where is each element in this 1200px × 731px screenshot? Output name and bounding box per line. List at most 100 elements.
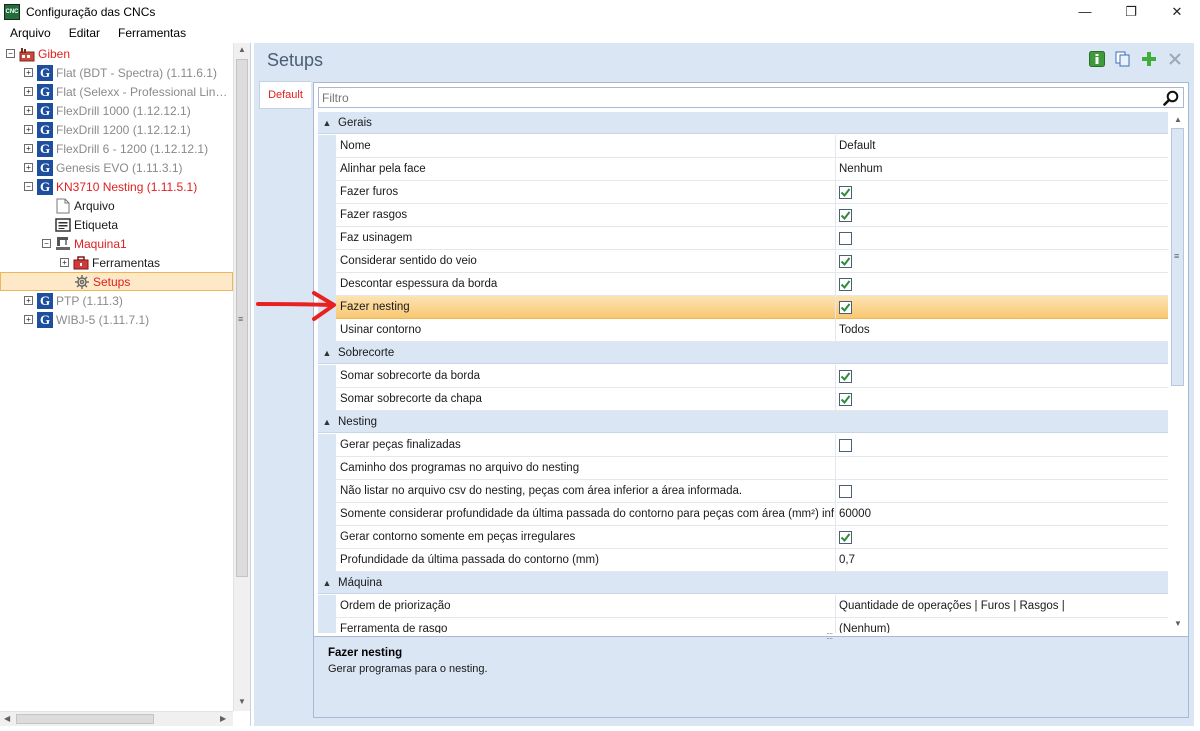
collapse-icon[interactable]: − — [24, 182, 33, 191]
tree-item[interactable]: + G FlexDrill 6 - 1200 (1.12.12.1) — [0, 139, 233, 158]
checkbox-checked[interactable] — [839, 530, 852, 544]
grid-scroll-down-arrow-icon[interactable]: ▼ — [1174, 619, 1182, 628]
category-row[interactable]: ▲ Sobrecorte — [318, 342, 1168, 364]
add-icon[interactable] — [1140, 50, 1158, 68]
category-row[interactable]: ▲ Nesting — [318, 411, 1168, 433]
checkbox-checked[interactable] — [839, 208, 852, 222]
tree-item[interactable]: + G Flat (BDT - Spectra) (1.11.6.1) — [0, 63, 233, 82]
tree-item[interactable]: + G FlexDrill 1000 (1.12.12.1) — [0, 101, 233, 120]
property-row[interactable]: Somar sobrecorte da chapa — [318, 388, 1168, 411]
tree-item[interactable]: + G FlexDrill 1200 (1.12.12.1) — [0, 120, 233, 139]
close-window-button[interactable]: ✕ — [1154, 0, 1200, 23]
property-row[interactable]: Ferramenta de rasgo (Nenhum) — [318, 618, 1168, 633]
expand-icon[interactable]: + — [60, 258, 69, 267]
expand-icon[interactable]: + — [24, 125, 33, 134]
property-value-cell[interactable] — [836, 250, 1168, 273]
tree-item[interactable]: + G Flat (Selexx - Professional Lin… — [0, 82, 233, 101]
property-value-cell[interactable] — [836, 526, 1168, 549]
collapse-caret-icon[interactable]: ▲ — [318, 348, 336, 358]
property-row[interactable]: Ordem de priorização Quantidade de operaç… — [318, 595, 1168, 618]
property-row[interactable]: Alinhar pela face Nenhum — [318, 158, 1168, 181]
delete-icon[interactable] — [1166, 50, 1184, 68]
property-row[interactable]: Considerar sentido do veio — [318, 250, 1168, 273]
property-value-cell[interactable] — [836, 434, 1168, 457]
copy-icon[interactable] — [1114, 50, 1132, 68]
maximize-button[interactable]: ❐ — [1108, 0, 1154, 23]
category-row[interactable]: ▲ Máquina — [318, 572, 1168, 594]
property-value-cell[interactable] — [836, 480, 1168, 503]
property-value[interactable] — [836, 457, 1168, 480]
tree-item[interactable]: + G Genesis EVO (1.11.3.1) — [0, 158, 233, 177]
scroll-up-arrow-icon[interactable]: ▲ — [238, 45, 246, 54]
property-row[interactable]: Fazer rasgos — [318, 204, 1168, 227]
property-row[interactable]: Fazer nesting — [318, 296, 1168, 319]
property-row[interactable]: Usinar contorno Todos — [318, 319, 1168, 342]
scroll-down-arrow-icon[interactable]: ▼ — [238, 697, 246, 706]
property-value[interactable]: Default — [836, 135, 1168, 158]
property-value-cell[interactable] — [836, 227, 1168, 250]
scroll-left-arrow-icon[interactable]: ◀ — [4, 714, 10, 723]
property-row[interactable]: Profundidade da última passada do contor… — [318, 549, 1168, 572]
property-row[interactable]: Nome Default — [318, 135, 1168, 158]
tree-item[interactable]: + Ferramentas — [0, 253, 233, 272]
property-value-cell[interactable] — [836, 273, 1168, 296]
splitter-grip-icon[interactable]: ⁚⁚⁚⁚ — [826, 632, 833, 641]
property-row[interactable]: Faz usinagem — [318, 227, 1168, 250]
tree-item[interactable]: + G PTP (1.11.3) — [0, 291, 233, 310]
property-value[interactable]: 0,7 — [836, 549, 1168, 572]
property-row[interactable]: Gerar peças finalizadas — [318, 434, 1168, 457]
property-row[interactable]: Gerar contorno somente em peças irregula… — [318, 526, 1168, 549]
expand-icon[interactable]: + — [24, 163, 33, 172]
tree-item[interactable]: Setups — [0, 272, 233, 291]
checkbox-unchecked[interactable] — [839, 484, 852, 498]
property-value[interactable]: (Nenhum) — [836, 618, 1168, 633]
expand-icon[interactable]: + — [24, 106, 33, 115]
expand-icon[interactable]: + — [24, 315, 33, 324]
checkbox-checked[interactable] — [839, 369, 852, 383]
checkbox-unchecked[interactable] — [839, 231, 852, 245]
collapse-caret-icon[interactable]: ▲ — [318, 417, 336, 427]
property-value[interactable]: Nenhum — [836, 158, 1168, 181]
checkbox-checked[interactable] — [839, 185, 852, 199]
minimize-button[interactable]: — — [1062, 0, 1108, 23]
checkbox-unchecked[interactable] — [839, 438, 852, 452]
checkbox-checked[interactable] — [839, 300, 852, 314]
scroll-right-arrow-icon[interactable]: ▶ — [220, 714, 226, 723]
property-row[interactable]: Somar sobrecorte da borda — [318, 365, 1168, 388]
expand-icon[interactable]: + — [24, 144, 33, 153]
checkbox-checked[interactable] — [839, 254, 852, 268]
checkbox-checked[interactable] — [839, 277, 852, 291]
menu-editar[interactable]: Editar — [59, 26, 108, 40]
tree-hscroll-thumb[interactable] — [16, 714, 154, 724]
tree-item[interactable]: Arquivo — [0, 196, 233, 215]
grid-vertical-scrollbar[interactable]: ▲ ≡ ▼ — [1169, 112, 1186, 633]
property-row[interactable]: Somente considerar profundidade da últim… — [318, 503, 1168, 526]
checkbox-checked[interactable] — [839, 392, 852, 406]
property-value[interactable]: Quantidade de operações | Furos | Rasgos… — [836, 595, 1168, 618]
property-value[interactable]: Todos — [836, 319, 1168, 342]
property-value-cell[interactable] — [836, 204, 1168, 227]
tree-item[interactable]: − Maquina1 — [0, 234, 233, 253]
tree-vertical-scrollbar[interactable]: ▲ ≡ ▼ — [233, 43, 250, 711]
property-row[interactable]: Caminho dos programas no arquivo do nest… — [318, 457, 1168, 480]
menu-ferramentas[interactable]: Ferramentas — [108, 26, 194, 40]
tree-item[interactable]: Etiqueta — [0, 215, 233, 234]
info-icon[interactable] — [1088, 50, 1106, 68]
tree-item[interactable]: − G KN3710 Nesting (1.11.5.1) — [0, 177, 233, 196]
category-row[interactable]: ▲ Gerais — [318, 112, 1168, 134]
tree-horizontal-scrollbar[interactable]: ◀ ▶ — [0, 711, 233, 726]
property-row[interactable]: Descontar espessura da borda — [318, 273, 1168, 296]
property-value-cell[interactable] — [836, 181, 1168, 204]
property-row[interactable]: Fazer furos — [318, 181, 1168, 204]
property-value-cell[interactable] — [836, 296, 1168, 319]
expand-icon[interactable]: + — [24, 296, 33, 305]
expand-icon[interactable]: + — [24, 87, 33, 96]
collapse-icon[interactable]: − — [42, 239, 51, 248]
property-row[interactable]: Não listar no arquivo csv do nesting, pe… — [318, 480, 1168, 503]
grid-scroll-up-arrow-icon[interactable]: ▲ — [1174, 115, 1182, 124]
expand-icon[interactable]: + — [24, 68, 33, 77]
search-icon[interactable] — [1163, 90, 1179, 109]
property-value-cell[interactable] — [836, 365, 1168, 388]
property-value[interactable]: 60000 — [836, 503, 1168, 526]
collapse-caret-icon[interactable]: ▲ — [318, 118, 336, 128]
